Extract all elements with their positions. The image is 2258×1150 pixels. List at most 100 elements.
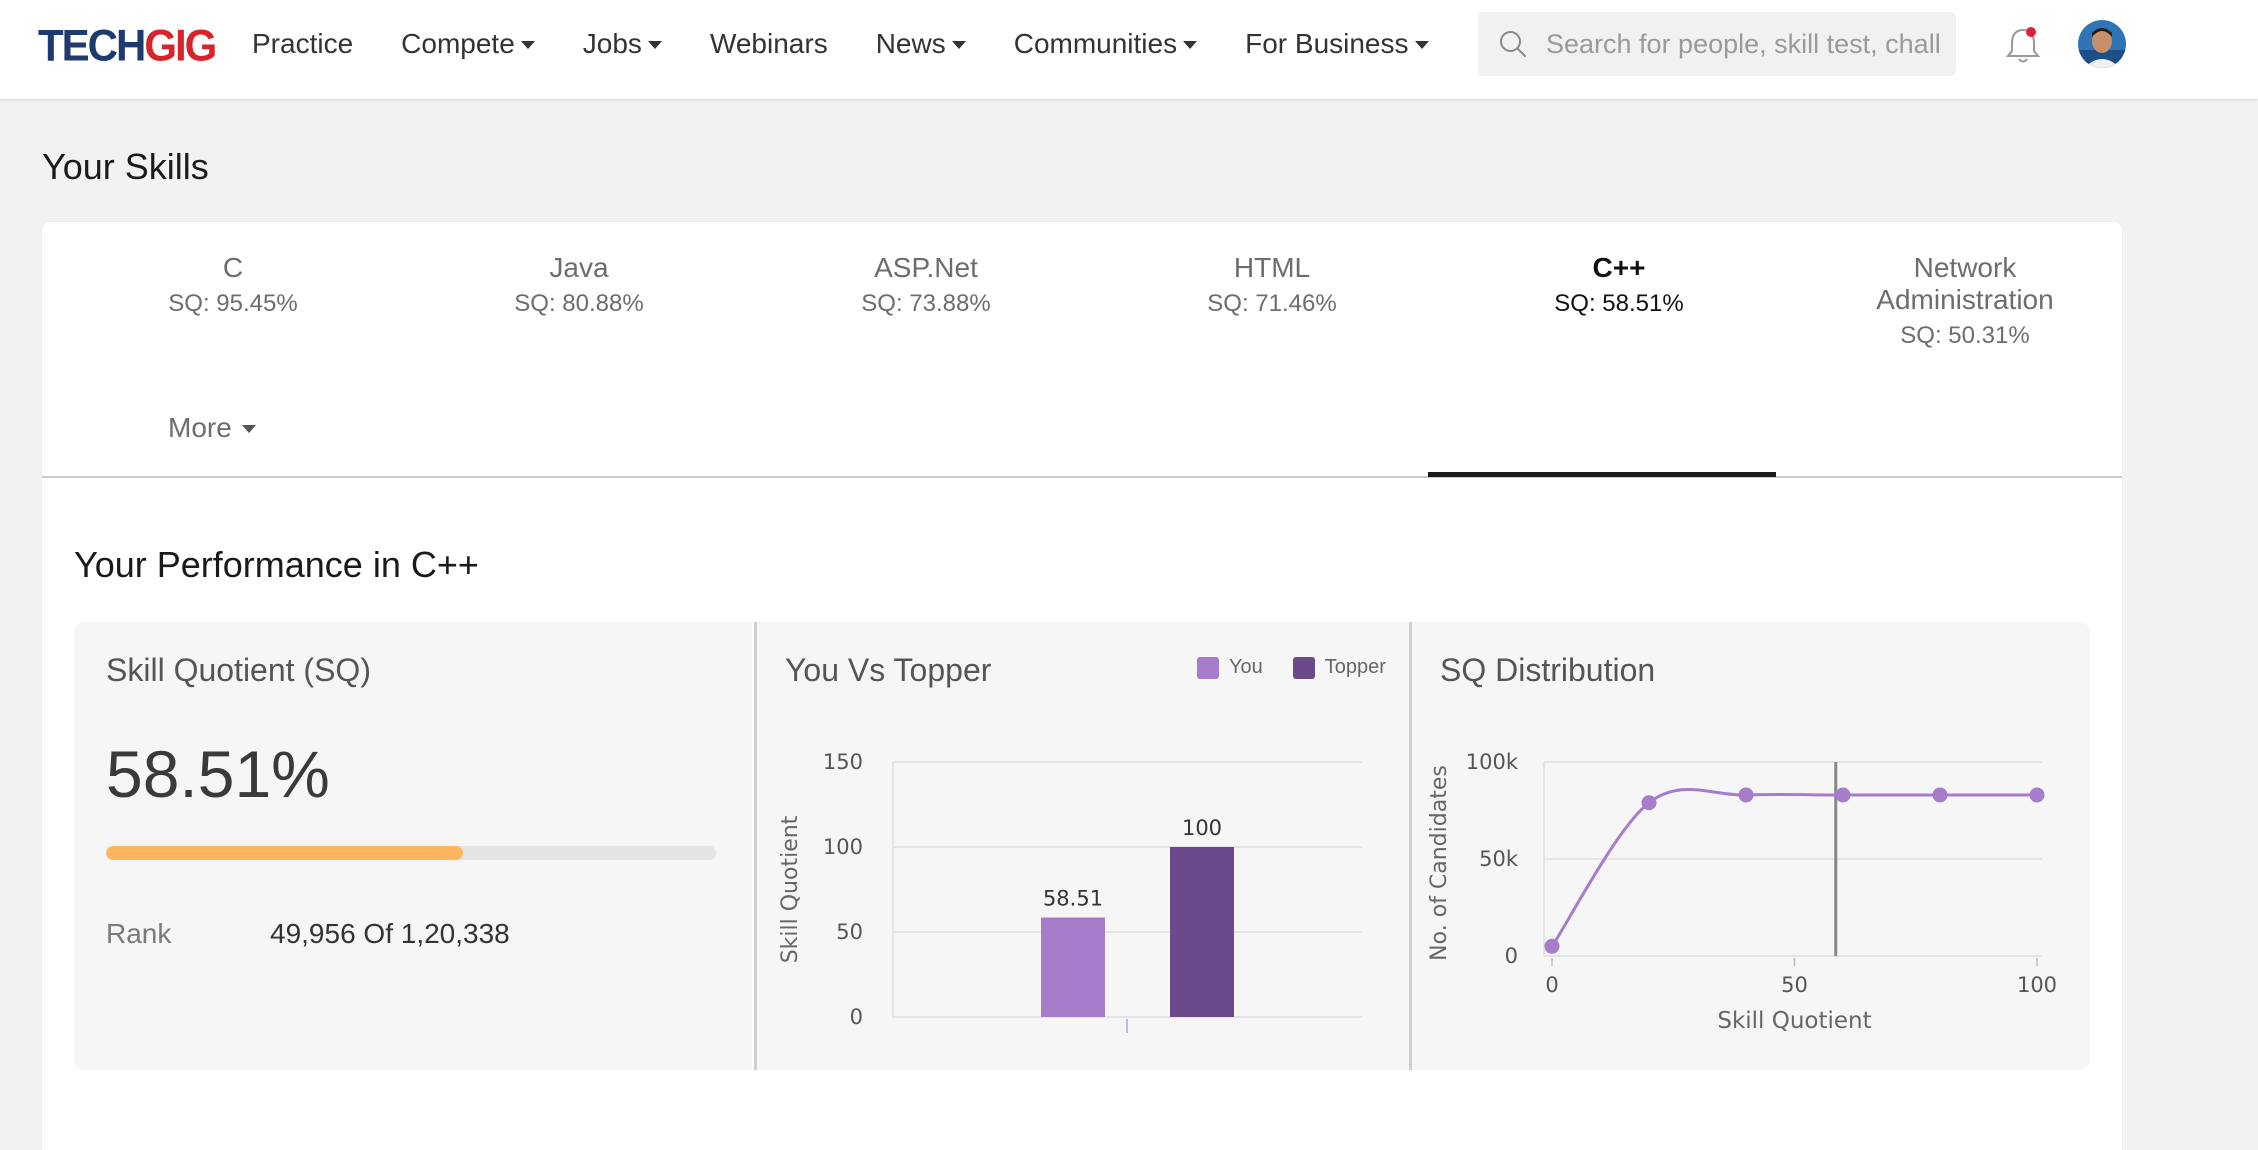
bar-topper bbox=[1170, 847, 1234, 1017]
sq-progress-fill bbox=[106, 846, 463, 860]
nav-practice-label: Practice bbox=[252, 28, 354, 59]
logo-text-tech: TECH bbox=[38, 20, 146, 71]
legend-swatch bbox=[1197, 656, 1219, 679]
sq-value: 58.51% bbox=[106, 737, 330, 811]
nav-for-business[interactable]: For Business bbox=[1245, 28, 1429, 60]
caret-down-icon bbox=[1183, 41, 1198, 49]
skills-card: C SQ: 95.45% Java SQ: 80.88% ASP.Net SQ:… bbox=[42, 222, 2122, 1150]
sq-distribution-chart: 0 50k 100k 0 50 100 Skill Quotient No. of Candi… bbox=[1427, 750, 2057, 1034]
rank-value: 49,956 Of 1,20,338 bbox=[270, 918, 510, 949]
skill-tab-name: ASP.Net bbox=[874, 252, 978, 283]
y-tick-label: 100k bbox=[1466, 750, 1519, 774]
distribution-point bbox=[1738, 787, 1754, 803]
nav-webinars-label: Webinars bbox=[709, 28, 828, 59]
techgig-logo[interactable]: TECHGIG bbox=[38, 20, 217, 71]
top-navbar: TECHGIG Practice Compete Jobs Webinars N… bbox=[0, 0, 2258, 100]
skill-tab-name: Network Administration bbox=[1876, 252, 2054, 315]
y-axis-label: Skill Quotient bbox=[778, 815, 803, 963]
logo-text-gig: GIG bbox=[144, 20, 217, 71]
distribution-point bbox=[1932, 787, 1948, 803]
user-avatar[interactable] bbox=[2078, 20, 2126, 68]
distribution-line bbox=[1550, 788, 2037, 948]
legend-item-you[interactable]: You bbox=[1197, 656, 1263, 679]
nav-compete[interactable]: Compete bbox=[401, 28, 535, 60]
notification-dot bbox=[2026, 27, 2036, 37]
sq-distribution-panel: SQ Distribution 0 50k 100k 0 50 100 Skill Quot… bbox=[1409, 622, 2090, 1070]
skill-tab-aspnet[interactable]: ASP.Net SQ: 73.88% bbox=[753, 252, 1099, 318]
caret-down-icon bbox=[1414, 41, 1429, 49]
nav-for-business-label: For Business bbox=[1245, 28, 1409, 59]
skill-tab-sq: SQ: 73.88% bbox=[861, 290, 991, 317]
legend-swatch bbox=[1292, 656, 1315, 679]
you-vs-topper-chart: 0 50 100 150 Skill Quotient 58.51 100 bbox=[778, 750, 1362, 1033]
skill-tab-name: C bbox=[222, 252, 244, 283]
search-box bbox=[1478, 12, 1956, 76]
x-axis-label: Skill Quotient bbox=[1717, 1008, 1871, 1034]
skill-tab-network-administration[interactable]: Network Administration SQ: 50.31% bbox=[1770, 252, 2160, 350]
caret-down-icon bbox=[241, 425, 256, 433]
nav-communities-label: Communities bbox=[1013, 28, 1178, 59]
you-vs-topper-panel: You Vs Topper You Topper 0 50 100 150 Skill … bbox=[754, 622, 1409, 1070]
chart-legend: You Topper bbox=[1197, 656, 1386, 679]
rank-label: Rank bbox=[106, 918, 172, 949]
nav-compete-label: Compete bbox=[401, 28, 515, 59]
x-tick-label: 100 bbox=[2017, 973, 2057, 997]
avatar-image bbox=[2078, 20, 2126, 68]
x-tick-label: 50 bbox=[1781, 973, 1808, 997]
skill-tab-cpp[interactable]: C++ SQ: 58.51% bbox=[1446, 252, 1792, 318]
skill-tab-name: C++ bbox=[1592, 252, 1646, 283]
skill-tab-html[interactable]: HTML SQ: 71.46% bbox=[1099, 252, 1445, 318]
active-tab-indicator bbox=[1428, 472, 1776, 477]
skill-tab-sq: SQ: 58.51% bbox=[1554, 290, 1684, 317]
skill-tab-c[interactable]: C SQ: 95.45% bbox=[60, 252, 406, 318]
nav-jobs[interactable]: Jobs bbox=[583, 28, 662, 60]
sq-panel-title: Skill Quotient (SQ) bbox=[106, 652, 371, 688]
main-nav: Practice Compete Jobs Webinars News Comm… bbox=[252, 0, 1477, 88]
y-tick-label: 50k bbox=[1479, 847, 1519, 871]
distribution-point bbox=[1641, 795, 1657, 811]
skill-tab-sq: SQ: 80.88% bbox=[514, 290, 644, 317]
performance-title: Your Performance in C++ bbox=[74, 544, 479, 585]
tabs-divider bbox=[42, 476, 2122, 478]
skill-tab-java[interactable]: Java SQ: 80.88% bbox=[406, 252, 752, 318]
more-label: More bbox=[168, 412, 232, 443]
sq-distribution-title: SQ Distribution bbox=[1440, 652, 1656, 688]
skill-tab-sq: SQ: 95.45% bbox=[168, 290, 298, 317]
y-tick-label: 100 bbox=[823, 835, 863, 859]
caret-down-icon bbox=[647, 41, 662, 49]
legend-label: Topper bbox=[1324, 656, 1386, 678]
distribution-point bbox=[1544, 938, 1560, 954]
x-tick-label: 0 bbox=[1545, 973, 1558, 997]
legend-item-topper[interactable]: Topper bbox=[1292, 656, 1386, 679]
distribution-point bbox=[1835, 787, 1851, 803]
sq-panel: Skill Quotient (SQ) 58.51% Rank 49,956 O… bbox=[74, 622, 752, 1070]
sq-progress-bar bbox=[106, 846, 716, 860]
nav-webinars[interactable]: Webinars bbox=[710, 28, 828, 60]
y-tick-label: 0 bbox=[1505, 944, 1518, 968]
distribution-point bbox=[2029, 787, 2045, 803]
search-icon[interactable] bbox=[1498, 29, 1528, 59]
nav-jobs-label: Jobs bbox=[582, 28, 642, 59]
bar-data-label: 100 bbox=[1182, 816, 1222, 840]
caret-down-icon bbox=[520, 41, 535, 49]
nav-news[interactable]: News bbox=[876, 28, 966, 60]
more-skills-dropdown[interactable]: More bbox=[168, 412, 256, 444]
skill-tab-name: HTML bbox=[1233, 252, 1311, 283]
page-title: Your Skills bbox=[42, 146, 209, 187]
y-axis-label: No. of Candidates bbox=[1427, 765, 1452, 961]
y-tick-label: 0 bbox=[850, 1005, 863, 1029]
skill-tab-name: Java bbox=[549, 252, 609, 283]
nav-practice[interactable]: Practice bbox=[252, 28, 353, 60]
y-tick-label: 50 bbox=[836, 920, 863, 944]
caret-down-icon bbox=[951, 41, 966, 49]
skill-tab-sq: SQ: 71.46% bbox=[1207, 290, 1337, 317]
search-input[interactable] bbox=[1546, 28, 1946, 60]
notification-bell-icon[interactable] bbox=[2004, 24, 2042, 66]
bar-data-label: 58.51 bbox=[1043, 887, 1103, 911]
skill-tab-sq: SQ: 50.31% bbox=[1900, 322, 2030, 349]
bar-you bbox=[1041, 917, 1105, 1017]
y-tick-label: 150 bbox=[823, 750, 863, 774]
nav-communities[interactable]: Communities bbox=[1013, 28, 1198, 60]
nav-news-label: News bbox=[875, 28, 946, 59]
you-vs-topper-title: You Vs Topper bbox=[785, 652, 992, 688]
